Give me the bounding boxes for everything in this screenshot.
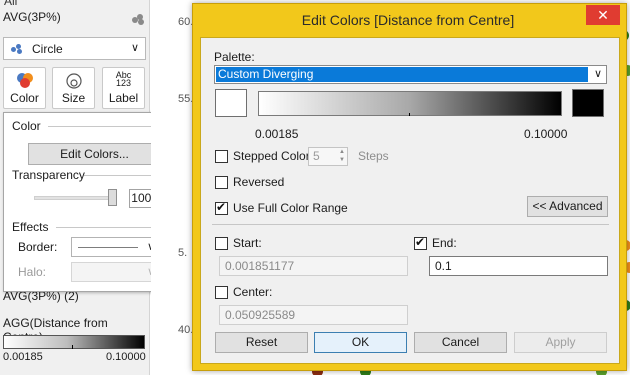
- dialog-title: Edit Colors [Distance from Centre]: [301, 12, 515, 28]
- reset-button[interactable]: Reset: [215, 332, 308, 353]
- y-axis-tick: 5.: [178, 247, 188, 259]
- color-heading: Color: [12, 119, 41, 133]
- mark-type-value: Circle: [32, 42, 63, 56]
- color-card-label: Color: [10, 91, 39, 105]
- mark-type-dropdown[interactable]: Circle ∨: [3, 37, 146, 60]
- close-icon: ✕: [597, 7, 609, 23]
- close-button[interactable]: ✕: [586, 5, 620, 25]
- ok-button[interactable]: OK: [314, 332, 407, 353]
- chevron-down-icon: ∨: [130, 42, 139, 54]
- full-color-range-label: Use Full Color Range: [233, 201, 348, 215]
- edit-colors-button[interactable]: Edit Colors...: [28, 143, 161, 165]
- divider: [212, 224, 609, 225]
- color-ramp-preview: [258, 91, 562, 116]
- reversed-label: Reversed: [233, 175, 285, 189]
- dialog-body: Palette: Custom Diverging ∨ 0.00185 0.10…: [200, 37, 620, 364]
- y-axis-tick: 55.: [178, 93, 194, 105]
- center-label: Center:: [233, 285, 273, 299]
- circle-marks-icon: [11, 44, 23, 54]
- edit-colors-dialog: Edit Colors [Distance from Centre] ✕ Pal…: [192, 3, 627, 371]
- start-label: Start:: [233, 236, 262, 250]
- end-checkbox[interactable]: [414, 235, 427, 250]
- border-label: Border:: [18, 240, 58, 254]
- end-value-input[interactable]: 0.1: [429, 256, 608, 276]
- ramp-center-tick: [409, 113, 410, 116]
- border-dropdown[interactable]: ∨: [71, 237, 161, 257]
- center-checkbox[interactable]: [215, 286, 228, 299]
- center-value-input[interactable]: 0.050925589: [219, 305, 408, 325]
- halo-label: Halo:: [18, 265, 47, 279]
- halo-dropdown[interactable]: ∨: [71, 262, 161, 282]
- size-circles-icon: [53, 71, 94, 91]
- label-glyph-123: 123: [115, 78, 132, 88]
- color-card-button[interactable]: Color: [3, 67, 46, 109]
- label-card-button[interactable]: Abc 123 Label: [102, 67, 145, 109]
- range-min-value: 0.00185: [255, 127, 299, 141]
- color-legend-ramp[interactable]: [3, 335, 145, 349]
- transparency-heading: Transparency: [12, 168, 85, 182]
- palette-label: Palette:: [214, 50, 255, 64]
- y-axis-tick: 40.: [178, 324, 194, 336]
- line-style-preview: [78, 247, 138, 248]
- all-marks-row[interactable]: All: [0, 0, 150, 8]
- end-label: End:: [432, 236, 457, 250]
- transparency-slider-handle[interactable]: [108, 189, 117, 206]
- full-color-range-checkbox[interactable]: [215, 200, 228, 215]
- start-value-input[interactable]: 0.001851177: [219, 256, 408, 276]
- measure-marks-row[interactable]: AVG(3P%): [0, 10, 150, 30]
- cancel-button[interactable]: Cancel: [414, 332, 507, 353]
- reversed-checkbox[interactable]: [215, 176, 228, 189]
- range-max-value: 0.10000: [524, 127, 568, 141]
- start-checkbox[interactable]: [215, 237, 228, 250]
- color-palette-icon: [4, 71, 45, 91]
- chevron-down-icon: ∨: [593, 68, 602, 80]
- legend-center-tick: [72, 345, 73, 349]
- stepped-color-checkbox[interactable]: [215, 150, 228, 163]
- y-axis-tick: 60.: [178, 16, 194, 28]
- steps-label: Steps: [358, 149, 389, 163]
- stepped-color-label: Stepped Color: [233, 149, 310, 163]
- measure-label: AVG(3P%): [3, 10, 61, 24]
- size-card-label: Size: [61, 91, 86, 105]
- legend-max-value: 0.10000: [106, 351, 146, 363]
- label-text-icon: Abc 123: [103, 71, 144, 91]
- start-color-swatch[interactable]: [215, 89, 247, 117]
- multiple-marks-icon: [132, 14, 144, 25]
- palette-dropdown[interactable]: Custom Diverging ∨: [214, 65, 607, 84]
- transparency-slider-track[interactable]: [34, 196, 114, 200]
- legend-min-value: 0.00185: [3, 351, 43, 363]
- steps-spinner-icon[interactable]: ▲ ▼: [337, 148, 347, 165]
- palette-value: Custom Diverging: [216, 67, 588, 82]
- label-card-label: Label: [108, 91, 139, 105]
- effects-heading: Effects: [12, 220, 49, 234]
- size-card-button[interactable]: Size: [52, 67, 95, 109]
- advanced-button[interactable]: << Advanced: [527, 196, 608, 217]
- end-color-swatch[interactable]: [572, 89, 604, 117]
- apply-button[interactable]: Apply: [514, 332, 607, 353]
